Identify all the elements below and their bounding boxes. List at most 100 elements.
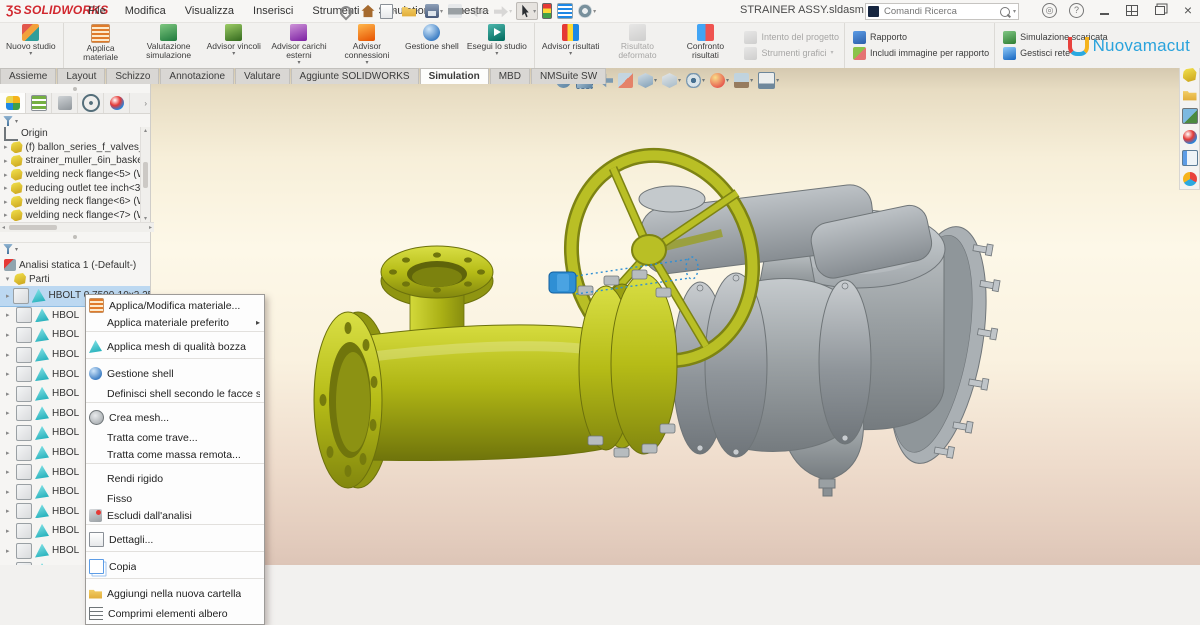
view-palette-icon[interactable] xyxy=(1182,108,1198,124)
quick-access-button[interactable]: ▾ xyxy=(556,2,574,20)
manager-pane-tab[interactable] xyxy=(52,93,78,113)
user-account-icon[interactable]: ◎ xyxy=(1042,3,1057,18)
expand-arrow-icon[interactable]: ▸ xyxy=(4,157,8,165)
expand-arrow-icon[interactable]: ▸ xyxy=(4,211,8,219)
ribbon-small-button[interactable]: Intento del progetto ▾ xyxy=(744,31,839,44)
scroll-left-icon[interactable]: ◂ xyxy=(2,224,5,231)
context-menu-item[interactable]: Fisso ▸ xyxy=(86,490,264,507)
hud-button[interactable]: ▾ xyxy=(734,73,753,88)
ribbon-button[interactable]: Confronto risultati ▾ xyxy=(671,22,739,68)
nuovamacut-addin-icon[interactable] xyxy=(1183,172,1197,186)
manager-pane-tab[interactable] xyxy=(0,93,26,113)
feature-tree-item[interactable]: ▸ reducing outlet tee inch<3> (RTee xyxy=(0,181,141,195)
expand-arrow-icon[interactable]: ▸ xyxy=(6,547,13,555)
command-tab[interactable]: NMSuite SW xyxy=(531,68,606,84)
scrollbar-thumb[interactable] xyxy=(9,225,57,230)
expand-arrow-icon[interactable]: ▸ xyxy=(6,351,13,359)
command-tab[interactable]: Assieme xyxy=(0,68,56,84)
context-menu-item[interactable]: Comprimi elementi albero ▸ xyxy=(86,605,264,622)
hud-button[interactable]: ▾ xyxy=(618,73,633,88)
quick-access-button[interactable]: ▾ xyxy=(470,3,490,19)
expand-arrow-icon[interactable]: ▸ xyxy=(6,468,13,476)
pane-overflow-arrow[interactable]: › xyxy=(130,93,150,113)
hud-button[interactable]: ▾ xyxy=(662,73,681,88)
manager-pane-tab[interactable] xyxy=(78,93,104,113)
tree-filter[interactable]: ▾ xyxy=(0,114,150,128)
appearances-scenes-icon[interactable] xyxy=(1183,130,1197,144)
command-tab[interactable]: Simulation xyxy=(420,68,489,84)
study-tree-filter[interactable]: ▾ xyxy=(0,242,153,256)
expand-arrow-icon[interactable]: ▸ xyxy=(4,143,8,151)
ribbon-small-button[interactable]: Strumenti grafici ▾ xyxy=(744,47,839,60)
scroll-down-icon[interactable]: ▾ xyxy=(144,215,147,222)
expand-arrow-icon[interactable]: ▸ xyxy=(6,390,13,398)
hud-button[interactable]: ▾ xyxy=(758,72,779,89)
quick-access-button[interactable]: ▾ xyxy=(360,3,376,19)
quick-access-button[interactable]: ▾ xyxy=(493,3,513,19)
design-library-icon[interactable] xyxy=(1183,68,1197,82)
command-tab[interactable]: MBD xyxy=(490,68,530,84)
expand-arrow-icon[interactable]: ▸ xyxy=(6,507,13,515)
expand-arrow-icon[interactable]: ▸ xyxy=(6,370,13,378)
expand-arrow-icon[interactable]: ▸ xyxy=(6,488,13,496)
feature-tree-item[interactable]: ▸ welding neck flange<5> (WNeck f xyxy=(0,168,141,182)
context-menu-item[interactable]: Tratta come massa remota... ▸ xyxy=(86,446,264,463)
expand-arrow-icon[interactable]: ▸ xyxy=(6,527,13,535)
ribbon-small-button[interactable]: Rapporto xyxy=(853,31,989,44)
search-icon[interactable] xyxy=(1000,7,1010,17)
context-menu-item[interactable]: Tratta come trave... ▸ xyxy=(86,429,264,446)
context-menu-item[interactable]: Definisci shell secondo le facce selezio… xyxy=(86,385,264,402)
quick-access-button[interactable]: ▾ xyxy=(424,3,444,19)
ribbon-button[interactable]: Advisor carichi esterni ▾ xyxy=(265,22,333,68)
search-input[interactable] xyxy=(882,5,997,18)
feature-tree-item[interactable]: ▸ welding neck flange<7> (WNeck f xyxy=(0,209,141,222)
expand-arrow-icon[interactable]: ▸ xyxy=(6,409,13,417)
menu-item[interactable]: Modifica xyxy=(125,5,166,17)
hud-button[interactable]: ▾ xyxy=(638,73,657,88)
manager-pane-tab[interactable] xyxy=(104,93,130,113)
command-tab[interactable]: Annotazione xyxy=(160,68,234,84)
quick-access-button[interactable]: ▾ xyxy=(541,2,553,20)
ribbon-button[interactable]: Advisor risultati ▾ xyxy=(538,22,604,68)
quick-access-button[interactable]: ▾ xyxy=(447,3,467,19)
expand-arrow-icon[interactable]: ▸ xyxy=(4,171,8,179)
custom-properties-icon[interactable] xyxy=(1182,150,1198,166)
context-menu-item[interactable]: Gestione shell ▸ xyxy=(86,358,264,385)
ribbon-button[interactable]: Advisor connessioni ▾ xyxy=(333,22,401,68)
feature-tree-item[interactable]: ▸ Origin xyxy=(0,127,141,141)
ribbon-button[interactable]: Risultato deformato ▾ xyxy=(603,22,671,68)
ribbon-button[interactable]: Nuovo studio ▾ xyxy=(2,22,64,68)
manager-pane-tab[interactable] xyxy=(26,93,52,113)
parts-folder-item[interactable]: ▾ Parti xyxy=(0,272,150,286)
expand-arrow-icon[interactable]: ▸ xyxy=(6,331,13,339)
menu-item[interactable]: Visualizza xyxy=(185,5,234,17)
context-menu-item[interactable]: Applica materiale preferito ▸ xyxy=(86,314,264,331)
hud-button[interactable]: ▾ xyxy=(686,73,705,88)
feature-tree-item[interactable]: ▸ (f) ballon_series_f_valves_w_hwhe xyxy=(0,141,141,155)
context-menu-item[interactable]: Escludi dall'analisi ▸ xyxy=(86,507,264,524)
command-tab[interactable]: Aggiunte SOLIDWORKS xyxy=(291,68,419,84)
ribbon-button[interactable]: Advisor vincoli ▾ xyxy=(203,22,265,68)
command-tab[interactable]: Layout xyxy=(57,68,105,84)
hud-button[interactable]: ▾ xyxy=(710,73,729,88)
command-tab[interactable]: Valutare xyxy=(235,68,290,84)
help-icon[interactable]: ? xyxy=(1069,3,1084,18)
scrollbar-thumb[interactable] xyxy=(143,162,148,188)
ribbon-button[interactable]: Applica materiale ▾ xyxy=(67,22,135,68)
command-search[interactable]: ▾ xyxy=(865,3,1019,20)
search-dropdown-icon[interactable]: ▾ xyxy=(1013,8,1016,15)
command-tab[interactable]: Schizzo xyxy=(106,68,159,84)
expand-arrow-icon[interactable]: ▸ xyxy=(6,449,13,457)
menu-item[interactable]: Inserisci xyxy=(253,5,293,17)
context-menu-item[interactable]: Rendi rigido ▸ xyxy=(86,463,264,490)
ribbon-button[interactable]: Valutazione simulazione ▾ xyxy=(135,22,203,68)
collapse-arrow-icon[interactable]: ▾ xyxy=(4,275,11,283)
file-explorer-icon[interactable] xyxy=(1183,88,1197,102)
feature-tree-item[interactable]: ▸ welding neck flange<6> (WNeck f xyxy=(0,195,141,209)
expand-arrow-icon[interactable]: ▸ xyxy=(4,184,8,192)
expand-arrow-icon[interactable]: ▸ xyxy=(6,292,10,300)
scroll-right-icon[interactable]: ▸ xyxy=(149,224,152,231)
close-button[interactable]: × xyxy=(1180,2,1196,18)
quick-access-button[interactable]: ▾ xyxy=(379,3,398,20)
quick-access-button[interactable]: ▾ xyxy=(577,3,597,19)
